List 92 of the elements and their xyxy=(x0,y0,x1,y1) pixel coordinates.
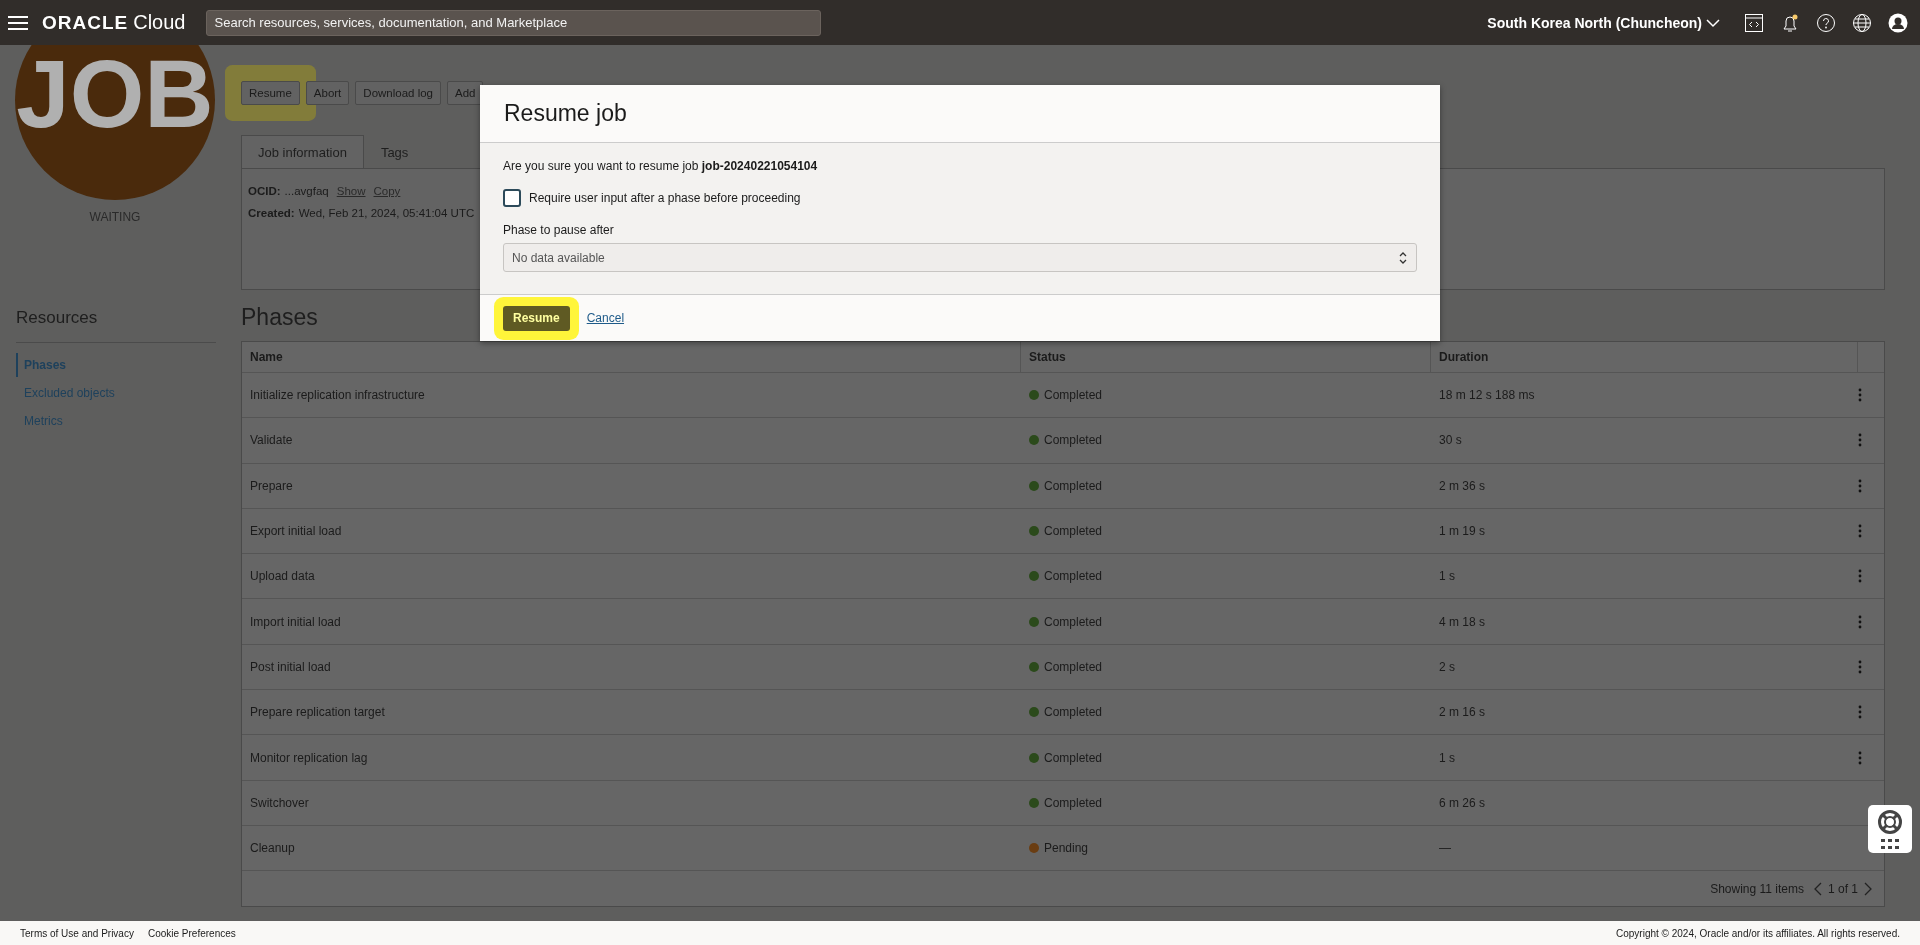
phase-select[interactable]: No data available xyxy=(503,243,1417,272)
table-cell-text: 2 m 16 s xyxy=(1438,705,1487,720)
copyright-text: Copyright © 2024, Oracle and/or its affiliates. All rights reserved. xyxy=(1616,927,1900,939)
table-cell-text: — xyxy=(1438,841,1452,856)
status-text: Completed xyxy=(1044,433,1103,448)
resources-heading: Resources xyxy=(16,308,216,343)
more-actions-icon[interactable] xyxy=(1858,659,1862,674)
table-cell-text: 1 s xyxy=(1438,750,1456,765)
table-cell-text: 4 m 18 s xyxy=(1438,614,1487,629)
profile-icon[interactable] xyxy=(1888,12,1908,33)
field-label: Phase to pause after xyxy=(503,223,615,237)
search-field[interactable]: Search resources, services, documentation, and Marketplace xyxy=(205,9,821,36)
table-cell-text: Upload data xyxy=(249,569,316,584)
action-button[interactable]: Abort xyxy=(305,81,350,105)
footer-link[interactable]: Cookie Preferences xyxy=(147,927,236,939)
more-actions-icon[interactable] xyxy=(1858,388,1862,403)
status-text: Completed xyxy=(1044,478,1103,493)
apps-grid-icon[interactable] xyxy=(1881,839,1899,849)
table-cell-text: 1 m 19 s xyxy=(1438,524,1487,539)
tab[interactable]: Tags xyxy=(363,135,426,169)
field-value: Wed, Feb 21, 2024, 05:41:04 UTC xyxy=(298,207,475,219)
select-arrows-icon xyxy=(1398,250,1408,265)
column-header: Duration xyxy=(1431,342,1858,372)
checkbox-label: Require user input after a phase before proceeding xyxy=(529,191,801,205)
logo-brand[interactable]: ORACLE xyxy=(42,12,129,34)
more-actions-icon[interactable] xyxy=(1858,478,1862,493)
copy-link[interactable]: Copy xyxy=(373,185,401,197)
field-label: Created: xyxy=(248,207,295,219)
resource-link[interactable]: Excluded objects xyxy=(16,381,216,405)
resource-link[interactable]: Metrics xyxy=(16,409,216,433)
menu-icon[interactable] xyxy=(8,14,28,31)
page-indicator: 1 of 1 xyxy=(1827,881,1858,896)
action-button[interactable]: Add xyxy=(447,81,484,105)
table-cell-text: 6 m 26 s xyxy=(1438,795,1487,810)
table-cell-text: Switchover xyxy=(249,795,310,810)
avatar-text: JOB xyxy=(16,46,214,142)
logo-product[interactable]: Cloud xyxy=(133,11,186,34)
status-text: Completed xyxy=(1044,795,1103,810)
table-cell-text: Initialize replication infrastructure xyxy=(249,388,426,403)
dialog-title: Resume job xyxy=(504,100,627,127)
checkbox[interactable] xyxy=(503,189,521,207)
status-text: Completed xyxy=(1044,524,1103,539)
status-text: Completed xyxy=(1044,659,1103,674)
status-text: Completed xyxy=(1044,569,1103,584)
table-cell-text: Prepare replication target xyxy=(249,705,386,720)
more-actions-icon[interactable] xyxy=(1858,705,1862,720)
action-button[interactable]: Resume xyxy=(241,81,300,105)
column-header: Status xyxy=(1021,342,1431,372)
column-header: Name xyxy=(242,342,1021,372)
table-cell-text: Cleanup xyxy=(249,841,296,856)
status-text: Completed xyxy=(1044,614,1103,629)
help-icon[interactable] xyxy=(1816,12,1836,33)
chevron-down-icon xyxy=(1706,17,1720,28)
table-cell-text: Monitor replication lag xyxy=(249,750,369,765)
table-cell-text: 2 s xyxy=(1438,659,1456,674)
table-cell-text: Import initial load xyxy=(249,614,342,629)
more-actions-icon[interactable] xyxy=(1858,524,1862,539)
previous-page-icon[interactable] xyxy=(1813,881,1822,896)
footer-link[interactable]: Terms of Use and Privacy xyxy=(20,927,134,939)
table-cell-text: 1 s xyxy=(1438,569,1456,584)
show-link[interactable]: Show xyxy=(336,185,366,197)
more-actions-icon[interactable] xyxy=(1858,750,1862,765)
item-count: Showing 11 items xyxy=(1710,881,1804,896)
region-selector[interactable]: South Korea North (Chuncheon) xyxy=(1487,14,1720,31)
action-button[interactable]: Download log xyxy=(355,81,441,105)
tab[interactable]: Job information xyxy=(241,135,364,169)
resource-link[interactable]: Phases xyxy=(16,353,216,377)
status-text: Completed xyxy=(1044,388,1103,403)
field-label: OCID: xyxy=(248,185,281,197)
table-cell-text: Export initial load xyxy=(249,524,343,539)
status-text: Completed xyxy=(1044,705,1103,720)
next-page-icon[interactable] xyxy=(1864,881,1872,896)
help-widget[interactable] xyxy=(1868,805,1912,853)
table-cell-text: 2 m 36 s xyxy=(1438,478,1487,493)
cancel-link[interactable]: Cancel xyxy=(586,311,625,325)
more-actions-icon[interactable] xyxy=(1858,569,1862,584)
table-cell-text: 18 m 12 s 188 ms xyxy=(1438,388,1536,403)
status-text: Completed xyxy=(1044,750,1103,765)
code-editor-icon[interactable] xyxy=(1744,12,1764,33)
table-cell-text: Validate xyxy=(249,433,294,448)
globe-icon[interactable] xyxy=(1852,12,1872,33)
table-cell-text: Prepare xyxy=(249,478,294,493)
status-text: Pending xyxy=(1044,841,1089,856)
lifebuoy-icon[interactable] xyxy=(1877,809,1903,835)
more-actions-icon[interactable] xyxy=(1858,614,1862,629)
table-cell-text: Post initial load xyxy=(249,659,332,674)
field-value: ...avgfaq xyxy=(284,185,329,197)
notifications-icon[interactable] xyxy=(1780,12,1800,33)
more-actions-icon[interactable] xyxy=(1858,433,1862,448)
phases-heading: Phases xyxy=(241,304,318,331)
table-cell-text: 30 s xyxy=(1438,433,1463,448)
confirmation-message: Are you sure you want to resume job job-20240221054104 xyxy=(503,159,819,173)
